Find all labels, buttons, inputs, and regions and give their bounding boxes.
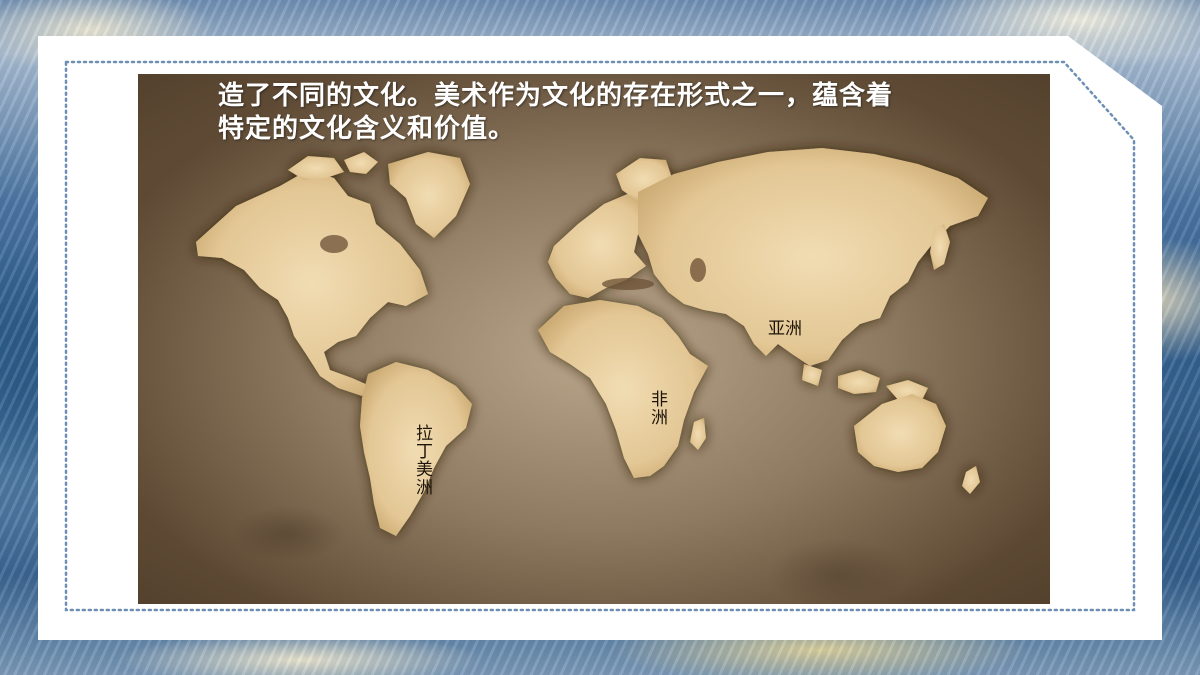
text-line-1: 造了不同的文化。美术作为文化的存在形式之一，蕴含着 — [218, 81, 894, 111]
world-map-icon — [196, 148, 988, 536]
world-map-image — [138, 74, 1050, 604]
map-label-latin-america: 拉丁美洲 — [412, 424, 432, 496]
slide-body-text: 造了不同的文化。美术作为文化的存在形式之一，蕴含着 特定的文化含义和价值。 — [218, 80, 978, 146]
map-label-africa: 非洲 — [647, 390, 667, 426]
map-label-asia: 亚洲 — [768, 319, 802, 339]
text-line-2: 特定的文化含义和价值。 — [218, 114, 516, 144]
